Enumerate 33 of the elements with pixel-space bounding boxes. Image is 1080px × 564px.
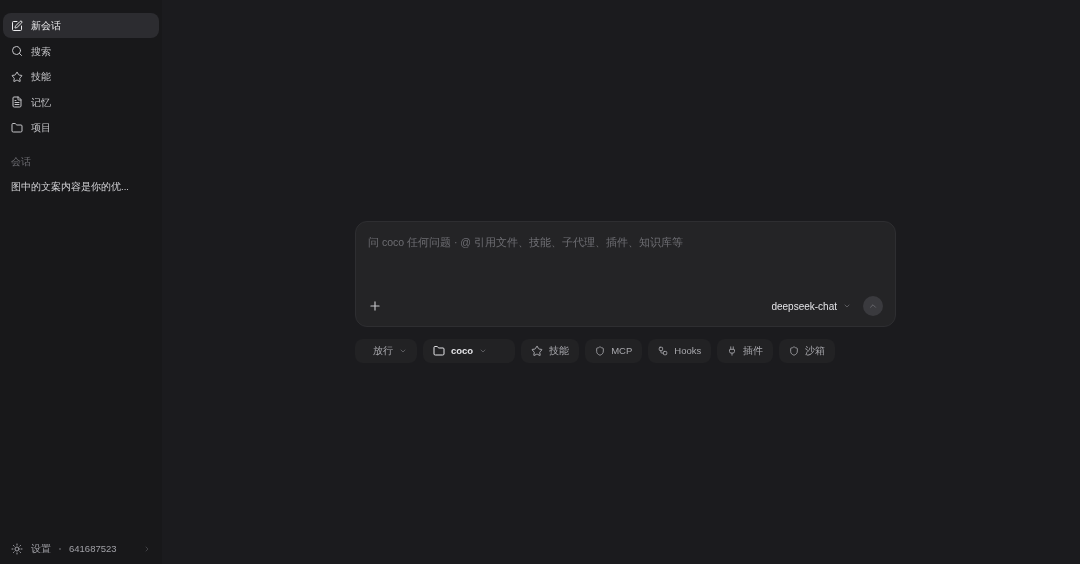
shield-icon xyxy=(595,346,606,356)
sidebar-item[interactable]: 搜索 xyxy=(3,38,159,64)
message-input[interactable]: 问 coco 任何问题 · @ 引用文件、技能、子代理、插件、知识库等 xyxy=(368,235,883,251)
user-id: 641687523 xyxy=(69,541,117,556)
section-title: 会话 xyxy=(10,154,32,169)
nodes-icon xyxy=(658,346,669,356)
add-icon[interactable] xyxy=(368,299,382,313)
folder-icon xyxy=(433,345,445,357)
settings-icon[interactable] xyxy=(11,542,23,555)
caret-icon xyxy=(843,302,851,310)
sidebar-item[interactable]: 技能 xyxy=(3,64,159,90)
plug-icon xyxy=(727,346,738,356)
conversation-item[interactable]: 图中的文案内容是你的优... xyxy=(3,177,159,198)
sidebar-item[interactable]: 新会话 xyxy=(3,13,159,38)
folder-icon xyxy=(11,121,23,134)
model-selector[interactable]: deepseek-chat xyxy=(771,298,851,314)
document-icon xyxy=(11,96,23,109)
option-chip[interactable]: 沙箱 xyxy=(779,339,836,363)
settings-link[interactable]: 设置 xyxy=(31,541,51,556)
star-icon xyxy=(11,70,23,83)
option-chip[interactable]: 插件 xyxy=(717,339,774,363)
search-icon xyxy=(11,45,23,58)
option-chip[interactable]: 技能 xyxy=(521,339,580,363)
option-chip[interactable]: MCP xyxy=(585,339,643,363)
option-chip[interactable]: Hooks xyxy=(648,339,712,363)
star-icon xyxy=(531,345,544,357)
new-chat-icon xyxy=(11,19,23,32)
sidebar-item[interactable]: 记忆 xyxy=(3,89,159,115)
shield-icon xyxy=(789,346,800,356)
option-chip[interactable]: 放行 xyxy=(355,339,417,363)
arrow-up-icon xyxy=(868,301,878,311)
option-chip[interactable]: coco xyxy=(423,339,516,363)
sidebar-item[interactable]: 项目 xyxy=(3,115,159,141)
